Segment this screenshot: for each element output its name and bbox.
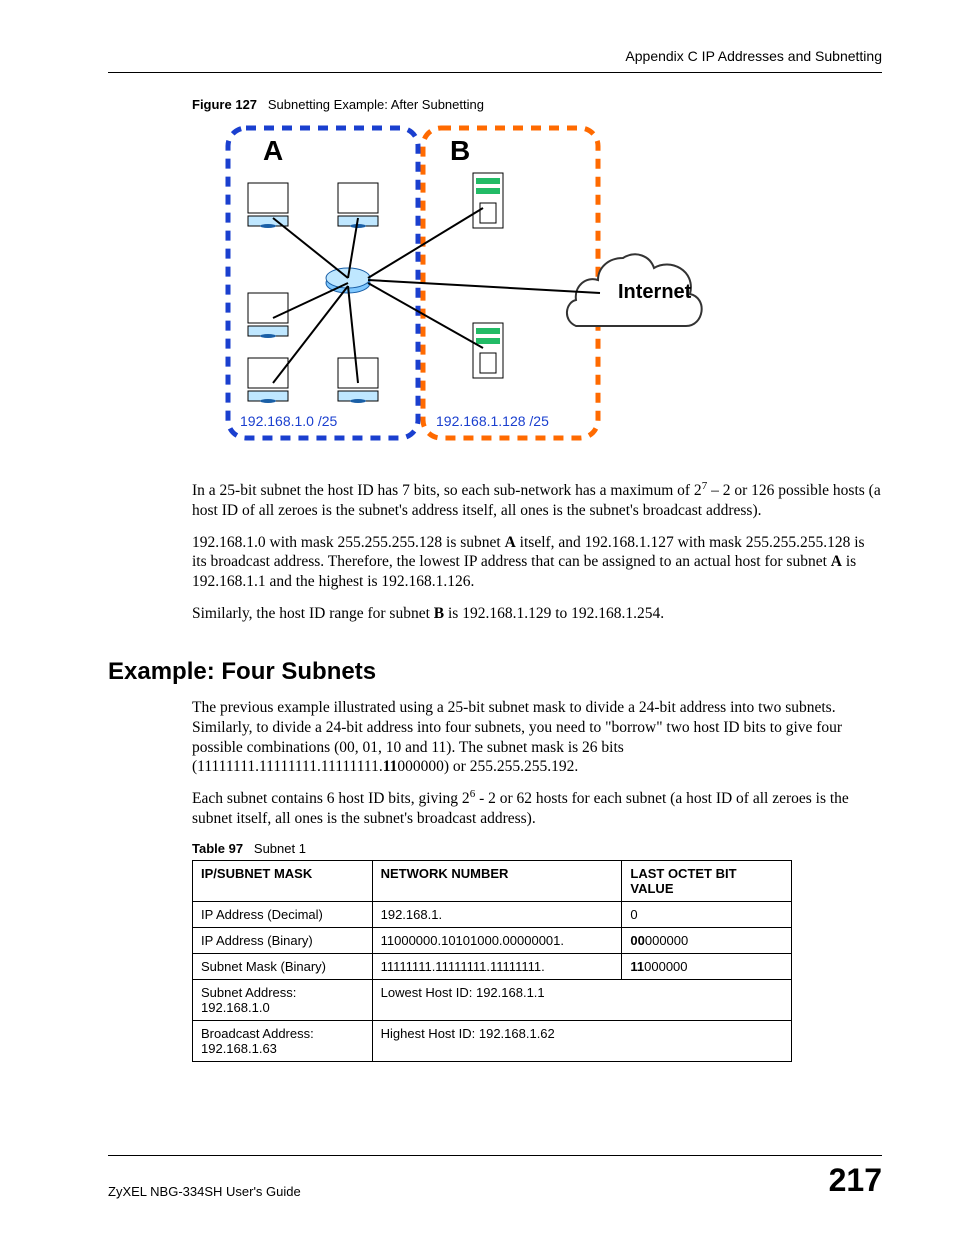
cloud-label: Internet: [618, 281, 692, 303]
footer-doc-title: ZyXEL NBG-334SH User's Guide: [108, 1184, 301, 1199]
subnet-table: IP/SUBNET MASK NETWORK NUMBER LAST OCTET…: [192, 860, 792, 1062]
cell: 11000000.10101000.00000001.: [372, 927, 622, 953]
text-run: Similarly, the host ID range for subnet: [192, 605, 434, 622]
text-run: 192.168.1.0 with mask 255.255.255.128 is…: [192, 534, 505, 551]
subnet-b-ip: 192.168.1.128 /25: [436, 413, 549, 429]
table-row: Subnet Mask (Binary) 11111111.11111111.1…: [193, 953, 792, 979]
subnet-label-b: B: [450, 135, 470, 166]
table-row: IP Address (Decimal) 192.168.1. 0: [193, 901, 792, 927]
table-row: IP Address (Binary) 11000000.10101000.00…: [193, 927, 792, 953]
running-header: Appendix C IP Addresses and Subnetting: [108, 48, 882, 72]
bold-text: 00: [630, 933, 644, 948]
text-run: Each subnet contains 6 host ID bits, giv…: [192, 790, 470, 807]
text-run: 000000) or 255.255.255.192.: [397, 758, 578, 775]
col-header: IP/SUBNET MASK: [193, 860, 373, 901]
text-run: In a 25-bit subnet the host ID has 7 bit…: [192, 482, 702, 499]
figure-number: Figure 127: [192, 97, 257, 112]
server-icon: [473, 173, 503, 228]
bold-text: A: [505, 534, 516, 551]
table-caption: Table 97 Subnet 1: [192, 841, 882, 856]
page-footer: ZyXEL NBG-334SH User's Guide 217: [108, 1155, 882, 1199]
section-heading: Example: Four Subnets: [108, 658, 882, 686]
header-rule: [108, 72, 882, 73]
paragraph: In a 25-bit subnet the host ID has 7 bit…: [192, 481, 882, 521]
cell: Lowest Host ID: 192.168.1.1: [372, 979, 791, 1020]
figure-title: Subnetting Example: After Subnetting: [268, 97, 484, 112]
bold-text: A: [831, 553, 842, 570]
cell: 192.168.1.: [372, 901, 622, 927]
bold-text: 11: [630, 959, 644, 974]
subnet-a-ip: 192.168.1.0 /25: [240, 413, 338, 429]
page-number: 217: [829, 1162, 882, 1199]
link-line: [273, 218, 348, 278]
cell: 0: [622, 901, 792, 927]
text-run: is 192.168.1.129 to 192.168.1.254.: [444, 605, 664, 622]
cell: 11000000: [622, 953, 792, 979]
footer-rule: [108, 1155, 882, 1156]
table-row: Subnet Address: 192.168.1.0 Lowest Host …: [193, 979, 792, 1020]
paragraph: Similarly, the host ID range for subnet …: [192, 604, 882, 624]
pc-icon: [248, 358, 288, 403]
cell: Subnet Address: 192.168.1.0: [193, 979, 373, 1020]
cell: IP Address (Decimal): [193, 901, 373, 927]
server-icon: [473, 323, 503, 378]
subnet-b-box: [423, 128, 598, 438]
col-header: LAST OCTET BIT VALUE: [622, 860, 792, 901]
text-run: 000000: [645, 933, 688, 948]
cell: Subnet Mask (Binary): [193, 953, 373, 979]
cell: Highest Host ID: 192.168.1.62: [372, 1020, 791, 1061]
text-run: 000000: [644, 959, 687, 974]
paragraph: Each subnet contains 6 host ID bits, giv…: [192, 789, 882, 829]
table-title: Subnet 1: [254, 841, 306, 856]
paragraph: 192.168.1.0 with mask 255.255.255.128 is…: [192, 533, 882, 592]
cell: Broadcast Address: 192.168.1.63: [193, 1020, 373, 1061]
cell: 00000000: [622, 927, 792, 953]
paragraph: The previous example illustrated using a…: [192, 698, 882, 777]
cell: IP Address (Binary): [193, 927, 373, 953]
cell: 11111111.11111111.11111111.: [372, 953, 622, 979]
table-number: Table 97: [192, 841, 243, 856]
table-row: Broadcast Address: 192.168.1.63 Highest …: [193, 1020, 792, 1061]
subnet-label-a: A: [263, 135, 283, 166]
figure-caption: Figure 127 Subnetting Example: After Sub…: [192, 97, 882, 112]
pc-icon: [248, 293, 288, 338]
link-line: [368, 280, 600, 293]
table-header-row: IP/SUBNET MASK NETWORK NUMBER LAST OCTET…: [193, 860, 792, 901]
col-header: NETWORK NUMBER: [372, 860, 622, 901]
bold-text: B: [434, 605, 444, 622]
bold-text: 11: [383, 758, 398, 775]
figure-diagram: A B: [218, 118, 882, 463]
pc-icon: [248, 183, 288, 228]
